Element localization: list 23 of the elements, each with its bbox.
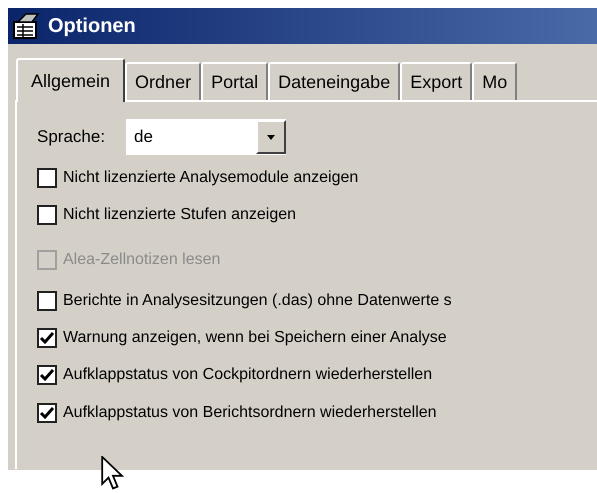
window-title: Optionen	[48, 14, 136, 39]
checkbox[interactable]	[37, 168, 57, 188]
tab[interactable]: Allgemein	[16, 58, 126, 102]
checkbox[interactable]	[37, 205, 57, 225]
checkbox-label: Nicht lizenzierte Stufen anzeigen	[63, 206, 296, 224]
tab[interactable]: Mo	[472, 62, 518, 100]
checkbox-label: Warnung anzeigen, wenn bei Speichern einer Analyse	[63, 329, 447, 347]
tab[interactable]: Dateneingabe	[268, 62, 400, 100]
checkbox[interactable]	[37, 291, 57, 311]
tab[interactable]: Portal	[201, 62, 268, 100]
checkbox-label: Nicht lizenzierte Analysemodule anzeigen	[63, 169, 358, 187]
settings-window-icon	[12, 12, 42, 40]
tab[interactable]: Export	[400, 62, 472, 100]
language-label: Sprache:	[37, 126, 106, 148]
checkbox[interactable]	[37, 403, 57, 423]
checkbox[interactable]	[37, 365, 57, 385]
checkbox-label: Aufklappstatus von Cockpitordnern wiederherstellen	[63, 366, 432, 384]
tab[interactable]: Ordner	[125, 62, 202, 100]
checkbox[interactable]	[37, 328, 57, 348]
checkbox-label: Alea-Zellnotizen lesen	[63, 251, 220, 269]
checkbox-label: Aufklappstatus von Berichtsordnern wiederherstellen	[63, 404, 437, 422]
language-dropdown[interactable]: de	[125, 118, 288, 156]
checkbox-label: Berichte in Analysesitzungen (.das) ohne Datenwerte s	[63, 292, 452, 310]
